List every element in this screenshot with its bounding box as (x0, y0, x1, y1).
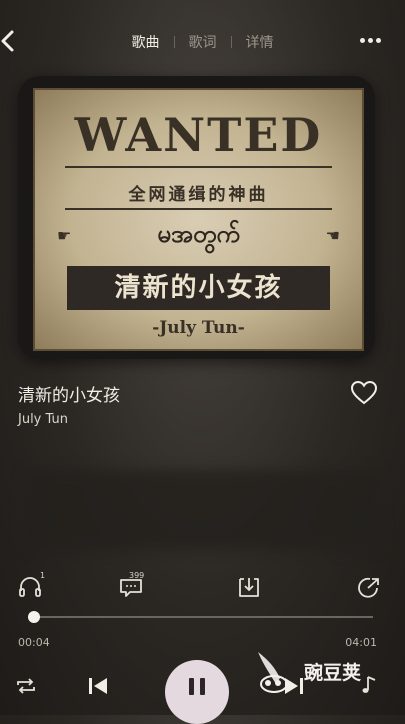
tab-lyrics[interactable]: 歌词 (175, 32, 231, 52)
watermark-text: 豌豆荚 (304, 662, 362, 684)
tab-song[interactable]: 歌曲 (118, 32, 174, 52)
repeat-mode-icon[interactable] (15, 676, 37, 696)
top-bar: 歌曲 歌词 详情 (0, 0, 405, 80)
pointing-hand-icon: ☚ (325, 226, 340, 245)
more-options-icon[interactable] (360, 38, 381, 43)
poster-song-title: 清新的小女孩 (67, 266, 330, 310)
poster-burmese-text: မအတွက် (157, 220, 240, 248)
blurred-lyrics-area (24, 470, 381, 550)
wanted-poster: WANTED 全网通缉的神曲 ☛ မအတွက် ☚ 清新的小女孩 -July T… (33, 88, 364, 351)
tab-details[interactable]: 详情 (232, 32, 288, 52)
poster-rule (65, 208, 332, 210)
poster-artist: -July Tun- (152, 318, 245, 338)
download-icon[interactable] (236, 575, 262, 599)
artist-name[interactable]: July Tun (18, 412, 68, 427)
pause-bar (189, 678, 194, 695)
poster-wanted-text: WANTED (74, 108, 323, 162)
progress-thumb[interactable] (27, 611, 40, 623)
progress-bar[interactable] (28, 616, 373, 618)
pause-button[interactable] (165, 660, 229, 724)
previous-track-icon[interactable] (87, 675, 109, 697)
album-cover: WANTED 全网通缉的神曲 ☛ မအတွက် ☚ 清新的小女孩 -July T… (18, 76, 375, 359)
share-icon[interactable] (356, 575, 382, 599)
poster-rule (65, 166, 332, 168)
elapsed-time: 00:04 (18, 636, 50, 649)
song-title: 清新的小女孩 (18, 386, 120, 406)
listen-badge: 1 (40, 571, 46, 580)
comment-count: 399 (129, 571, 145, 580)
poster-subtitle: 全网通缉的神曲 (128, 185, 269, 205)
like-heart-icon[interactable] (350, 380, 378, 406)
pause-bar (200, 678, 205, 695)
tab-bar: 歌曲 歌词 详情 (0, 32, 405, 52)
